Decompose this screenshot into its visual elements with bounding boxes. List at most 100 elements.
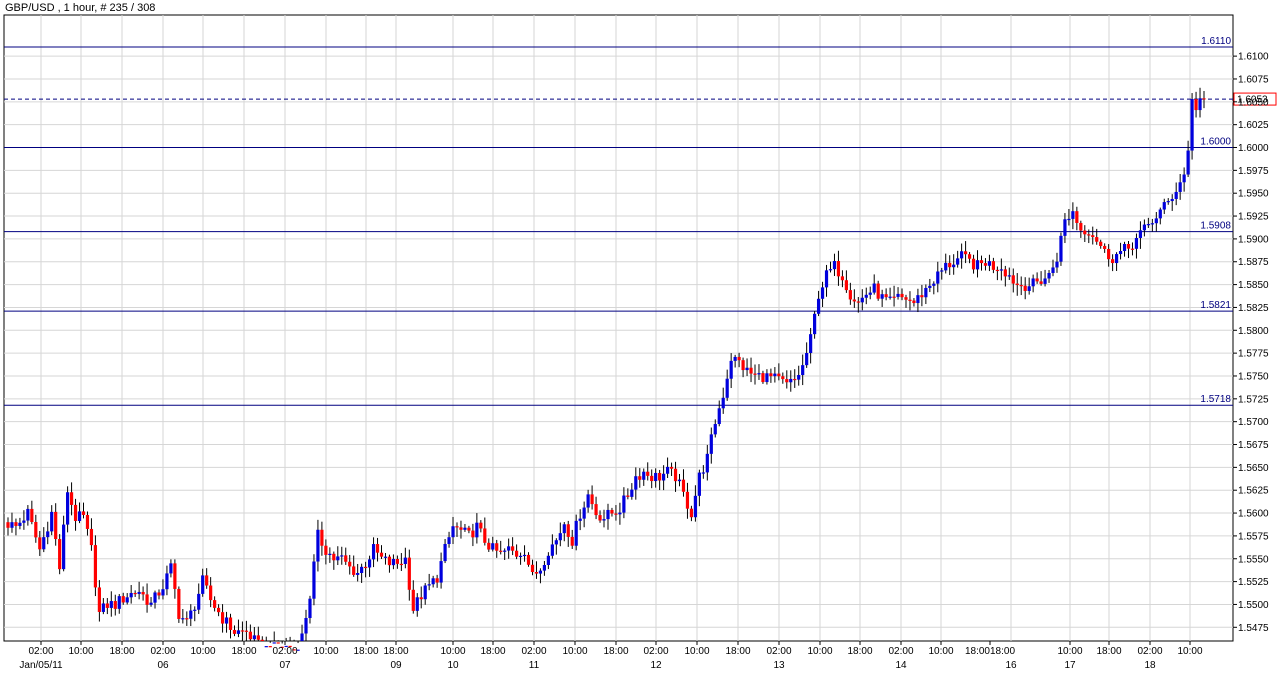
candle-body-up (717, 408, 721, 425)
candle-body-up (272, 642, 276, 644)
candle-body-down (681, 479, 686, 492)
candle-body-down (1015, 283, 1019, 286)
candle-body-down (499, 550, 503, 552)
candle-body-down (1095, 237, 1099, 242)
x-date-label: 10 (447, 660, 459, 671)
x-tick-label: 18:00 (1096, 646, 1121, 657)
candle-body-up (423, 585, 427, 600)
candle-body-up (1059, 235, 1063, 262)
candle-body-up (574, 520, 578, 546)
candle-body-up (677, 479, 682, 482)
x-tick-label: 02:00 (766, 646, 791, 657)
x-tick-label: 02:00 (888, 646, 913, 657)
level-label: 1.5908 (1200, 221, 1231, 232)
candle-body-down (840, 276, 845, 281)
candle-body-up (1154, 218, 1158, 224)
candle-body-up (916, 295, 920, 304)
candle-body-up (554, 540, 558, 545)
y-tick-label: 1.6050 (1238, 97, 1269, 108)
candle-body-down (590, 494, 594, 505)
candle-body-up (987, 261, 992, 266)
candle-body-down (260, 639, 264, 641)
x-tick-label: 10:00 (684, 646, 709, 657)
candle-body-down (793, 378, 797, 381)
candle-body-down (614, 513, 618, 515)
candle-body-down (375, 544, 380, 553)
candle-body-down (638, 476, 642, 480)
candle-body-down (173, 563, 177, 589)
x-tick-label: 18:00 (603, 646, 628, 657)
plot-area-background (3, 14, 1234, 642)
candle-body-up (431, 578, 435, 585)
candle-body-down (435, 578, 439, 583)
candle-body-up (1031, 278, 1035, 287)
candle-body-up (503, 550, 507, 552)
y-tick-label: 1.6025 (1238, 120, 1269, 131)
candle-body-up (22, 520, 26, 523)
y-tick-label: 1.5925 (1238, 212, 1269, 223)
candle-body-down (1035, 278, 1039, 282)
candle-body-up (1063, 219, 1067, 236)
candle-body-down (876, 283, 880, 299)
candle-body-up (252, 635, 256, 640)
candle-body-up (999, 269, 1003, 271)
x-tick-label: 10:00 (68, 646, 93, 657)
candle-body-up (443, 543, 447, 562)
candle-body-down (1011, 275, 1015, 284)
candle-body-down (209, 585, 213, 601)
candle-body-up (654, 472, 658, 482)
candle-body-up (550, 544, 554, 556)
candle-body-up (693, 495, 698, 518)
candle-body-down (848, 290, 852, 300)
candle-body-down (320, 529, 324, 546)
candle-body-down (34, 522, 38, 538)
candle-body-down (157, 592, 161, 596)
candle-body-up (46, 531, 50, 538)
candle-body-down (348, 561, 352, 567)
candle-body-down (761, 373, 765, 383)
candle-body-down (1107, 248, 1111, 260)
candle-body-up (721, 397, 725, 409)
y-tick-label: 1.5775 (1238, 349, 1269, 360)
candle-body-down (900, 293, 904, 298)
candle-body-up (809, 334, 813, 353)
candle-body-up (224, 617, 229, 624)
candle-body-up (1007, 275, 1011, 277)
candle-body-up (264, 646, 268, 648)
candle-body-up (665, 466, 670, 474)
y-tick-label: 1.5675 (1238, 440, 1269, 451)
candle-body-up (507, 546, 511, 551)
y-tick-label: 1.5700 (1238, 417, 1269, 428)
candle-body-down (121, 596, 125, 603)
candle-body-up (1134, 237, 1139, 249)
x-tick-label: 10:00 (190, 646, 215, 657)
candle-body-down (216, 607, 221, 613)
candle-body-down (244, 630, 249, 632)
candle-body-down (511, 546, 515, 551)
candle-body-down (1087, 234, 1091, 236)
y-tick-label: 1.5975 (1238, 166, 1269, 177)
candle-body-up (975, 260, 980, 270)
candle-body-down (598, 515, 602, 521)
candle-body-up (868, 292, 872, 295)
candle-body-up (403, 557, 407, 565)
candle-body-up (578, 518, 582, 521)
candle-body-up (447, 537, 451, 544)
candle-body-down (1099, 241, 1103, 246)
level-label: 1.6110 (1201, 36, 1231, 47)
candle-body-down (93, 545, 98, 588)
x-date-label: 17 (1064, 660, 1076, 671)
x-tick-label: 18:00 (725, 646, 750, 657)
candle-body-up (1071, 211, 1075, 219)
candle-body-up (1178, 182, 1182, 192)
candle-body-up (1027, 286, 1031, 291)
candle-body-down (1003, 269, 1007, 277)
x-date-label: 12 (650, 660, 662, 671)
candle-body-down (530, 564, 535, 573)
x-tick-label: 10:00 (807, 646, 832, 657)
candle-body-down (749, 367, 753, 374)
candle-body-up (1162, 202, 1166, 210)
candle-body-up (745, 367, 749, 371)
candle-body-down (205, 575, 209, 586)
candle-body-down (467, 527, 471, 531)
